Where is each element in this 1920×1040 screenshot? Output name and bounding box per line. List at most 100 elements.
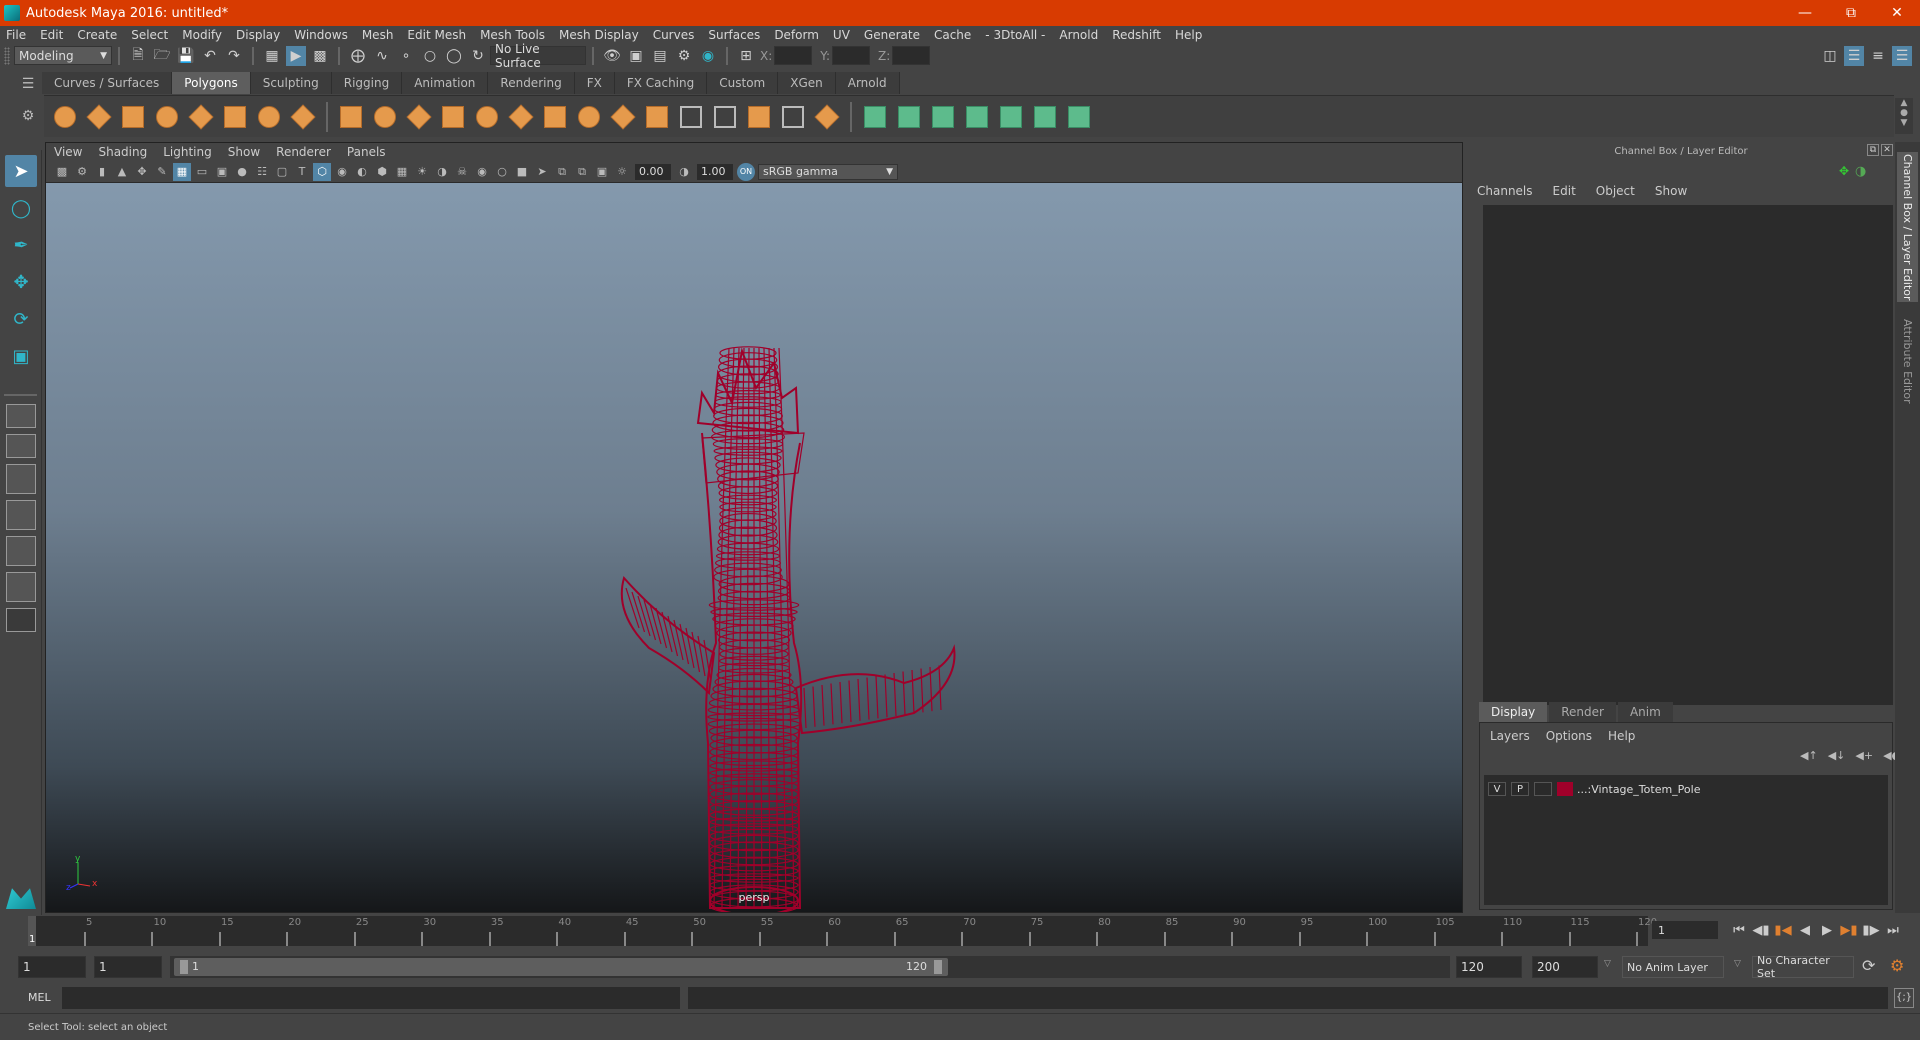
channel-box-menu-channels[interactable]: Channels bbox=[1477, 184, 1533, 198]
layer-row[interactable]: V P ...:Vintage_Totem_Pole bbox=[1484, 779, 1888, 799]
scale-tool-icon[interactable]: ▣ bbox=[5, 340, 37, 372]
use-all-lights-icon[interactable]: ☀ bbox=[413, 163, 431, 181]
poly-plane-icon[interactable] bbox=[187, 103, 215, 131]
field-chart-icon[interactable]: ☷ bbox=[253, 163, 271, 181]
menu-mesh-tools[interactable]: Mesh Tools bbox=[480, 28, 545, 42]
shelf-scroll[interactable]: ▲ ● ▼ bbox=[1895, 98, 1913, 134]
shelf-tab-custom[interactable]: Custom bbox=[707, 72, 779, 94]
menu-create[interactable]: Create bbox=[77, 28, 117, 42]
cylindrical-uv-icon[interactable] bbox=[895, 103, 923, 131]
go-to-end-icon[interactable]: ⏭ bbox=[1882, 919, 1904, 941]
viewport-menu-show[interactable]: Show bbox=[228, 145, 260, 159]
bevel-icon[interactable] bbox=[473, 103, 501, 131]
multi-cut-icon[interactable] bbox=[541, 103, 569, 131]
anti-aliasing-icon[interactable]: ○ bbox=[493, 163, 511, 181]
persp-outliner-layout-icon[interactable] bbox=[6, 464, 36, 494]
render-settings-icon[interactable]: ⚙ bbox=[674, 46, 694, 66]
ipr-render-icon[interactable]: ▤ bbox=[650, 46, 670, 66]
menu-surfaces[interactable]: Surfaces bbox=[708, 28, 760, 42]
safe-action-icon[interactable]: ▢ bbox=[273, 163, 291, 181]
current-frame-field[interactable]: 1 bbox=[1652, 921, 1718, 939]
menuset-dropdown[interactable]: Modeling ▼ bbox=[14, 46, 112, 65]
playback-end-field[interactable]: 120 bbox=[1456, 956, 1522, 978]
character-set-dropdown[interactable]: No Character Set bbox=[1752, 954, 1854, 980]
automatic-uv-icon[interactable] bbox=[963, 103, 991, 131]
shelf-tab-xgen[interactable]: XGen bbox=[778, 72, 836, 94]
shelf-tab-curves-surfaces[interactable]: Curves / Surfaces bbox=[42, 72, 173, 94]
snap-curve-icon[interactable]: ∿ bbox=[372, 46, 392, 66]
snap-point-icon[interactable]: ∘ bbox=[396, 46, 416, 66]
restore-button[interactable]: ⧉ bbox=[1828, 0, 1874, 26]
isolate-select-icon[interactable]: ➤ bbox=[533, 163, 551, 181]
xray-icon[interactable]: ⧉ bbox=[553, 163, 571, 181]
channel-box-menu-object[interactable]: Object bbox=[1596, 184, 1635, 198]
uv-editor-icon[interactable] bbox=[1031, 103, 1059, 131]
shelf-tab-rendering[interactable]: Rendering bbox=[488, 72, 575, 94]
save-scene-icon[interactable]: 💾 bbox=[176, 46, 196, 66]
poly-pyramid-icon[interactable] bbox=[255, 103, 283, 131]
grip-handle[interactable] bbox=[4, 46, 10, 65]
anim-layer-dropdown[interactable]: No Anim Layer bbox=[1622, 956, 1724, 978]
booleans-icon[interactable] bbox=[643, 103, 671, 131]
step-back-frame-icon[interactable]: ◀▮ bbox=[1750, 919, 1772, 941]
viewport-menu-shading[interactable]: Shading bbox=[98, 145, 147, 159]
2d-pan-zoom-icon[interactable]: ✥ bbox=[133, 163, 151, 181]
poly-cube-icon[interactable] bbox=[85, 103, 113, 131]
paint-select-tool-icon[interactable]: ✒ bbox=[5, 229, 37, 261]
menu-redshift[interactable]: Redshift bbox=[1112, 28, 1161, 42]
animation-preferences-icon[interactable]: ⚙ bbox=[1890, 956, 1904, 975]
menu-modify[interactable]: Modify bbox=[182, 28, 222, 42]
hypershade-icon[interactable]: ◉ bbox=[698, 46, 718, 66]
step-forward-key-icon[interactable]: ▶▮ bbox=[1838, 919, 1860, 941]
range-end-knob[interactable] bbox=[934, 960, 942, 974]
layer-playback-toggle[interactable]: P bbox=[1511, 782, 1529, 796]
new-scene-icon[interactable]: 🗎 bbox=[128, 46, 148, 66]
anim-layer-chevron-icon[interactable]: ▽ bbox=[1604, 959, 1611, 969]
step-forward-frame-icon[interactable]: ▮▶ bbox=[1860, 919, 1882, 941]
poly-sphere-icon[interactable] bbox=[51, 103, 79, 131]
z-field[interactable] bbox=[892, 46, 931, 65]
lasso-tool-icon[interactable]: ◯ bbox=[5, 192, 37, 224]
menu-uv[interactable]: UV bbox=[833, 28, 850, 42]
flat-shade-icon[interactable]: ◐ bbox=[353, 163, 371, 181]
menu-generate[interactable]: Generate bbox=[864, 28, 920, 42]
mel-input[interactable] bbox=[62, 987, 680, 1009]
xray-components-icon[interactable]: ▣ bbox=[593, 163, 611, 181]
spherical-uv-icon[interactable] bbox=[929, 103, 957, 131]
y-field[interactable] bbox=[832, 46, 871, 65]
merge-center-icon[interactable] bbox=[779, 103, 807, 131]
menu-cache[interactable]: Cache bbox=[934, 28, 971, 42]
four-view-layout-icon[interactable] bbox=[6, 434, 36, 458]
grease-pencil-icon[interactable]: ✎ bbox=[153, 163, 171, 181]
safe-title-icon[interactable]: T bbox=[293, 163, 311, 181]
range-start-knob[interactable] bbox=[180, 960, 188, 974]
perspective-viewport[interactable]: y x z persp bbox=[46, 183, 1462, 912]
unfold-uv-icon[interactable] bbox=[997, 103, 1025, 131]
menu-mesh-display[interactable]: Mesh Display bbox=[559, 28, 639, 42]
channel-box-menu-show[interactable]: Show bbox=[1655, 184, 1687, 198]
side-tab-attribute-editor[interactable]: Attribute Editor bbox=[1897, 306, 1918, 416]
current-time-marker[interactable]: 1 bbox=[28, 916, 36, 946]
fill-hole-icon[interactable] bbox=[745, 103, 773, 131]
image-plane-icon[interactable]: ▲ bbox=[113, 163, 131, 181]
persp-graph-outliner-layout-icon[interactable] bbox=[6, 572, 36, 602]
color-space-dropdown[interactable]: sRGB gamma ▼ bbox=[758, 163, 898, 180]
menu-windows[interactable]: Windows bbox=[294, 28, 348, 42]
film-gate-icon[interactable]: ▭ bbox=[193, 163, 211, 181]
color-management-toggle-icon[interactable]: ON bbox=[737, 162, 755, 181]
side-tab-channel-box[interactable]: Channel Box / Layer Editor bbox=[1897, 152, 1918, 302]
poly-cylinder-icon[interactable] bbox=[119, 103, 147, 131]
layer-menu-options[interactable]: Options bbox=[1546, 729, 1592, 743]
auto-key-icon[interactable]: ⟳ bbox=[1862, 956, 1875, 975]
layout-menu-icon[interactable] bbox=[6, 608, 36, 632]
layer-color-swatch[interactable] bbox=[1557, 782, 1573, 796]
layer-name[interactable]: ...:Vintage_Totem_Pole bbox=[1577, 783, 1700, 796]
transform-input-icon[interactable]: ⊞ bbox=[736, 46, 756, 66]
channel-box-area[interactable] bbox=[1483, 205, 1893, 705]
camera-attributes-icon[interactable]: ⚙ bbox=[73, 163, 91, 181]
manipulator-icon[interactable]: ✥ bbox=[1839, 164, 1849, 178]
wireframe-icon[interactable]: ⬡ bbox=[313, 162, 331, 181]
gamma-icon[interactable]: ◑ bbox=[675, 163, 693, 181]
gate-mask-icon[interactable]: ● bbox=[233, 163, 251, 181]
gamma-field[interactable]: 1.00 bbox=[697, 163, 733, 180]
